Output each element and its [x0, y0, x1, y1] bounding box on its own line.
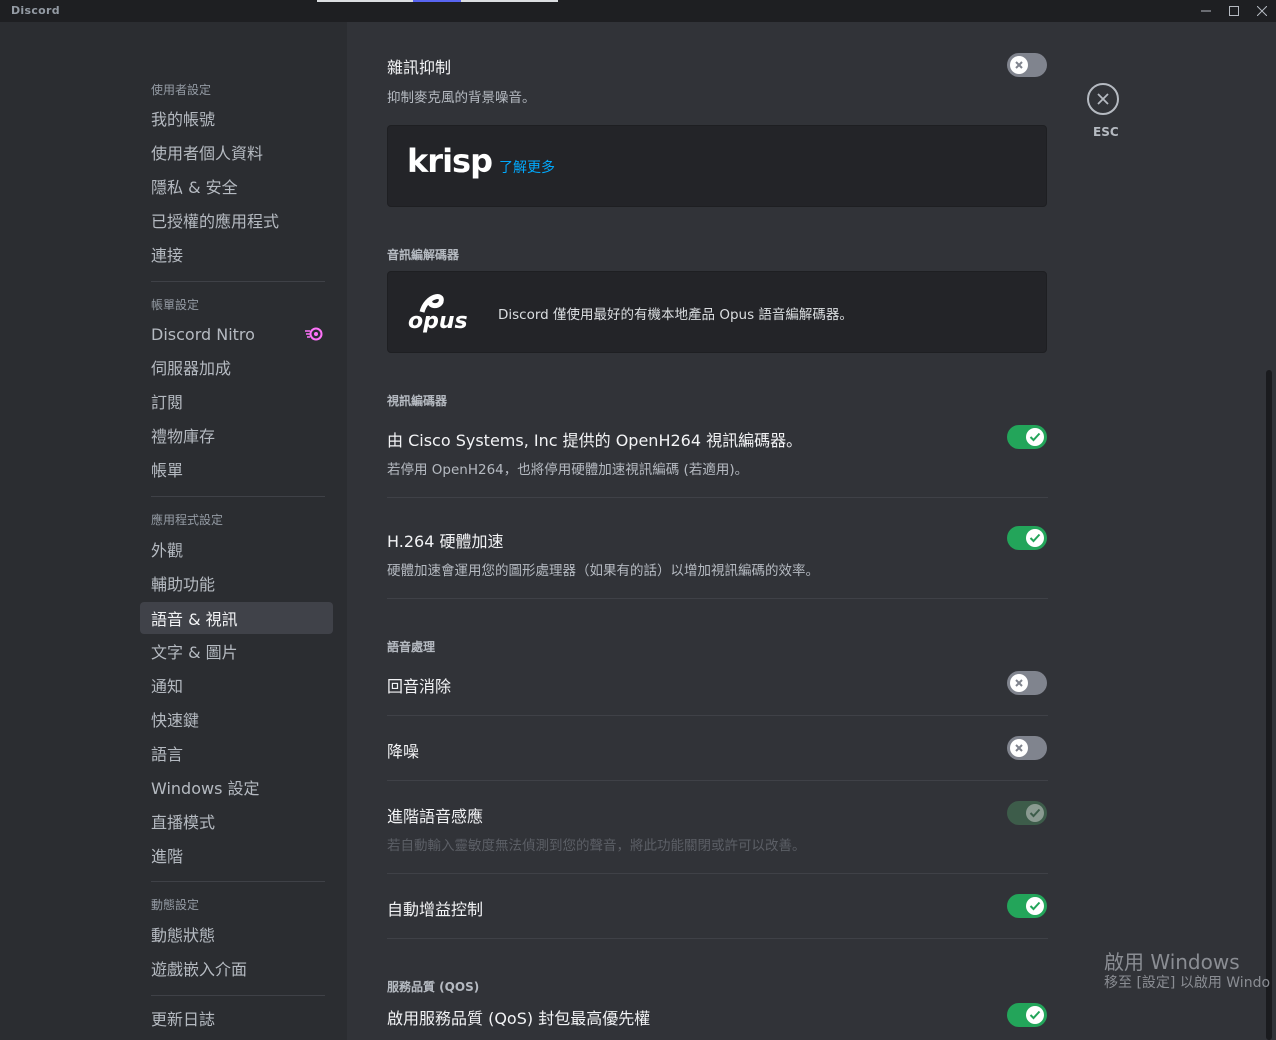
sidebar-item-change-log[interactable]: 更新日誌 — [140, 1002, 333, 1034]
x-icon — [1015, 679, 1023, 687]
noise-suppression-toggle[interactable] — [1007, 53, 1047, 77]
maximize-icon[interactable] — [1220, 0, 1248, 22]
opus-description: Discord 僅使用最好的有機本地產品 Opus 語音編解碼器。 — [498, 307, 853, 323]
voice-processing-header: 語音處理 — [387, 640, 436, 654]
close-settings-button[interactable] — [1087, 83, 1119, 115]
sidebar-item-discord-nitro[interactable]: Discord Nitro — [140, 318, 333, 350]
title-bar: Discord — [0, 0, 1276, 22]
divider — [387, 598, 1048, 599]
noise-suppression-title: 雜訊抑制 — [387, 58, 452, 77]
openh264-toggle[interactable] — [1007, 425, 1047, 449]
sidebar-header-activity-settings: 動態設定 — [151, 898, 200, 912]
sidebar-item-server-boost[interactable]: 伺服器加成 — [140, 351, 333, 383]
esc-label: ESC — [1093, 125, 1119, 139]
check-icon — [1029, 1010, 1041, 1020]
echo-cancellation-title: 回音消除 — [387, 677, 452, 696]
krisp-logo: krisp — [407, 142, 493, 180]
video-codec-header: 視訊編碼器 — [387, 394, 448, 408]
opus-logo: opus — [408, 309, 468, 334]
x-icon — [1015, 744, 1023, 752]
sidebar-header-app-settings: 應用程式設定 — [151, 513, 224, 527]
windows-activation-watermark-title: 啟用 Windows — [1104, 950, 1240, 974]
sidebar-divider — [151, 995, 325, 996]
sidebar-item-subscriptions[interactable]: 訂閱 — [140, 385, 333, 417]
window-close-icon[interactable] — [1248, 0, 1276, 22]
voice-video-settings-panel: 雜訊抑制 抑制麥克風的背景噪音。 krisp 了解更多 音訊編解碼器 opus … — [347, 22, 1276, 1040]
qos-toggle[interactable] — [1007, 1003, 1047, 1027]
qos-title: 啟用服務品質 (QoS) 封包最高優先權 — [387, 1009, 651, 1028]
divider — [387, 497, 1048, 498]
sidebar-item-authorized-apps[interactable]: 已授權的應用程式 — [140, 204, 333, 236]
qos-header: 服務品質 (QOS) — [387, 980, 480, 994]
windows-activation-watermark-subtitle: 移至 [設定] 以啟用 Windo — [1104, 975, 1271, 991]
sidebar-item-voice-video[interactable]: 語音 & 視訊 — [140, 602, 333, 634]
minimize-icon[interactable] — [1192, 0, 1220, 22]
sidebar-item-label: Discord Nitro — [151, 324, 255, 344]
auto-gain-control-toggle[interactable] — [1007, 894, 1047, 918]
check-icon — [1029, 533, 1041, 543]
echo-cancellation-toggle[interactable] — [1007, 671, 1047, 695]
advanced-voice-activity-desc: 若自動輸入靈敏度無法偵測到您的聲音，將此功能關閉或許可以改善。 — [387, 838, 806, 854]
nitro-icon — [304, 326, 324, 345]
openh264-title: 由 Cisco Systems, Inc 提供的 OpenH264 視訊編碼器。 — [387, 431, 803, 450]
h264-hw-accel-desc: 硬體加速會運用您的圖形處理器（如果有的話）以增加視訊編碼的效率。 — [387, 563, 819, 579]
sidebar-item-appearance[interactable]: 外觀 — [140, 533, 333, 565]
sidebar-header-billing-settings: 帳單設定 — [151, 298, 200, 312]
openh264-desc: 若停用 OpenH264，也將停用硬體加速視訊編碼 (若適用)。 — [387, 462, 749, 478]
opus-card: opus Discord 僅使用最好的有機本地產品 Opus 語音編解碼器。 — [387, 271, 1047, 353]
sidebar-item-activity-status[interactable]: 動態狀態 — [140, 918, 333, 950]
h264-hw-accel-title: H.264 硬體加速 — [387, 532, 504, 551]
divider — [387, 715, 1048, 716]
sidebar-item-advanced[interactable]: 進階 — [140, 839, 333, 871]
sidebar-divider — [151, 881, 325, 882]
sidebar-item-windows-settings[interactable]: Windows 設定 — [140, 771, 333, 803]
app-name: Discord — [11, 4, 60, 17]
divider — [387, 938, 1048, 939]
close-icon — [1097, 93, 1109, 105]
sidebar-header-user-settings: 使用者設定 — [151, 83, 212, 97]
sidebar-divider — [151, 281, 325, 282]
sidebar-item-billing[interactable]: 帳單 — [140, 453, 333, 485]
krisp-card: krisp 了解更多 — [387, 125, 1047, 207]
auto-gain-control-title: 自動增益控制 — [387, 900, 484, 919]
x-icon — [1015, 61, 1023, 69]
advanced-voice-activity-toggle[interactable] — [1007, 801, 1047, 825]
sidebar-item-streamer-mode[interactable]: 直播模式 — [140, 805, 333, 837]
sidebar-item-connections[interactable]: 連接 — [140, 238, 333, 270]
sidebar-divider — [151, 496, 325, 497]
sidebar-item-game-overlay[interactable]: 遊戲嵌入介面 — [140, 952, 333, 984]
audio-codec-header: 音訊編解碼器 — [387, 248, 460, 262]
sidebar-item-language[interactable]: 語言 — [140, 737, 333, 769]
h264-hw-accel-toggle[interactable] — [1007, 526, 1047, 550]
sidebar-item-user-profile[interactable]: 使用者個人資料 — [140, 136, 333, 168]
scrollbar-thumb[interactable] — [1266, 370, 1272, 1040]
noise-reduction-title: 降噪 — [387, 742, 420, 761]
check-icon — [1029, 432, 1041, 442]
settings-sidebar: 使用者設定 我的帳號 使用者個人資料 隱私 & 安全 已授權的應用程式 連接 帳… — [0, 22, 347, 1040]
sidebar-item-keybinds[interactable]: 快速鍵 — [140, 703, 333, 735]
noise-reduction-toggle[interactable] — [1007, 736, 1047, 760]
sidebar-item-text-images[interactable]: 文字 & 圖片 — [140, 635, 333, 667]
advanced-voice-activity-title: 進階語音感應 — [387, 807, 484, 826]
noise-suppression-desc: 抑制麥克風的背景噪音。 — [387, 90, 536, 106]
learn-more-link[interactable]: 了解更多 — [499, 157, 555, 177]
sidebar-item-accessibility[interactable]: 輔助功能 — [140, 567, 333, 599]
check-icon — [1029, 901, 1041, 911]
titlebar-progress-segment — [413, 0, 461, 2]
divider — [387, 780, 1048, 781]
check-icon — [1029, 808, 1041, 818]
sidebar-item-privacy-safety[interactable]: 隱私 & 安全 — [140, 170, 333, 202]
sidebar-item-gift-inventory[interactable]: 禮物庫存 — [140, 419, 333, 451]
divider — [387, 873, 1048, 874]
sidebar-item-notifications[interactable]: 通知 — [140, 669, 333, 701]
sidebar-item-my-account[interactable]: 我的帳號 — [140, 102, 333, 134]
